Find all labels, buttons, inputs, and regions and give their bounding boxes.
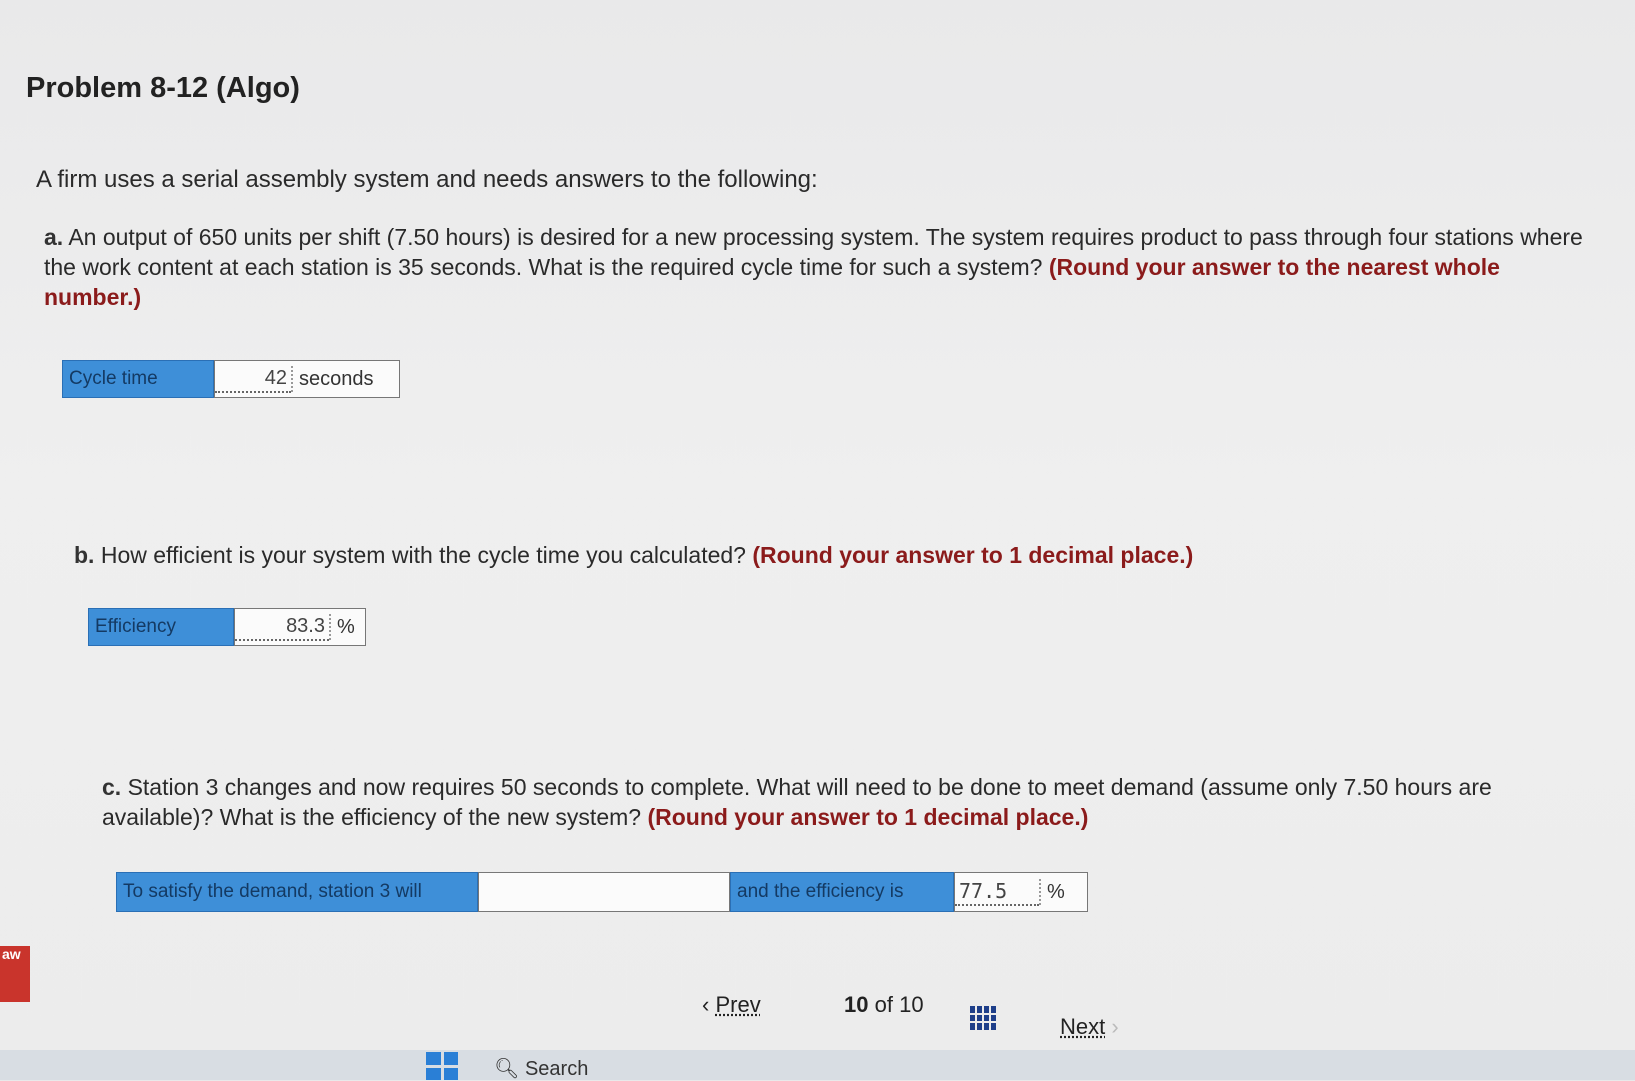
chevron-left-icon: ‹ [702, 992, 710, 1017]
cycle-time-input[interactable]: 42 [215, 365, 291, 393]
efficiency-unit: % [329, 614, 355, 640]
current-page: 10 [844, 992, 869, 1017]
taskbar-search[interactable]: 🔍︎ Search [494, 1056, 588, 1081]
page-indicator: 10 of 10 [844, 992, 924, 1018]
part-c-round-note: (Round your answer to 1 decimal place.) [647, 804, 1089, 830]
grid-icon[interactable] [970, 1006, 996, 1030]
cycle-time-answer-box: 42 seconds [214, 360, 400, 398]
station3-label: To satisfy the demand, station 3 will [116, 872, 478, 912]
part-b-text: How efficient is your system with the cy… [100, 542, 746, 568]
next-button[interactable]: Next › [1060, 1014, 1119, 1040]
efficiency-input[interactable]: 83.3 [235, 613, 329, 641]
cycle-time-unit: seconds [291, 366, 374, 392]
taskbar [0, 1050, 1635, 1080]
part-b-question: b. How efficient is your system with the… [74, 540, 1574, 570]
total-pages: 10 [899, 992, 924, 1017]
new-efficiency-answer-box: 77.5 % [954, 872, 1088, 912]
prev-button[interactable]: ‹ Prev [702, 992, 761, 1018]
windows-start-icon[interactable] [426, 1052, 458, 1080]
efficiency-answer-box: 83.3 % [234, 608, 366, 646]
new-efficiency-label: and the efficiency is [730, 872, 954, 912]
cycle-time-row: Cycle time 42 seconds [62, 360, 400, 398]
station3-action-dropdown[interactable] [478, 872, 730, 912]
part-b-round-note: (Round your answer to 1 decimal place.) [752, 542, 1194, 568]
part-a-question: a. An output of 650 units per shift (7.5… [44, 222, 1584, 312]
search-icon: 🔍︎ [494, 1058, 520, 1080]
problem-title: Problem 8-12 (Algo) [26, 72, 300, 104]
new-efficiency-input[interactable]: 77.5 [955, 878, 1039, 906]
cycle-time-label: Cycle time [62, 360, 214, 398]
part-b-label: b. [74, 542, 95, 568]
part-c-row: To satisfy the demand, station 3 will an… [116, 872, 1088, 912]
prev-label: Prev [715, 992, 761, 1017]
part-c-label: c. [102, 774, 122, 800]
of-label: of [874, 992, 893, 1017]
chevron-right-icon: › [1111, 1014, 1119, 1039]
efficiency-row: Efficiency 83.3 % [88, 608, 366, 646]
part-a-label: a. [44, 224, 64, 250]
side-tag: aw [0, 946, 30, 1002]
efficiency-label: Efficiency [88, 608, 234, 646]
search-label: Search [524, 1058, 589, 1080]
next-label: Next [1060, 1014, 1106, 1039]
new-efficiency-unit: % [1039, 879, 1065, 905]
part-c-question: c. Station 3 changes and now requires 50… [102, 772, 1532, 832]
intro-text: A firm uses a serial assembly system and… [36, 166, 818, 193]
